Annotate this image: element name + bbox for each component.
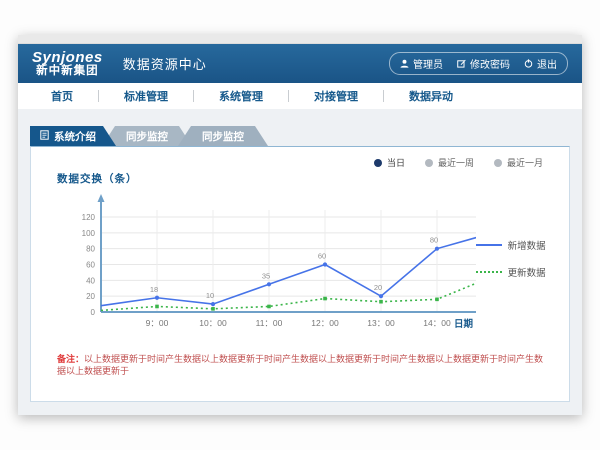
power-icon (524, 59, 533, 68)
svg-text:20: 20 (374, 283, 382, 292)
company-logo: Synjones 新中新集团 (32, 50, 103, 78)
tab-sync-monitor-2[interactable]: 同步监控 (178, 126, 268, 146)
chart-y-axis-title: 数据交换（条） (57, 171, 551, 186)
window-chrome-strip (18, 35, 582, 44)
account-controls: 管理员 修改密码 退出 (389, 52, 568, 75)
logo-text-en: Synjones (32, 50, 103, 66)
radio-last-month[interactable]: 最近一月 (494, 156, 543, 169)
logo-text-cn: 新中新集团 (32, 65, 103, 77)
dotted-line-swatch (476, 271, 502, 273)
app-window: Synjones 新中新集团 数据资源中心 管理员 修改密码 (18, 35, 582, 415)
app-header: Synjones 新中新集团 数据资源中心 管理员 修改密码 (18, 44, 582, 83)
page-background: Synjones 新中新集团 数据资源中心 管理员 修改密码 (0, 0, 600, 450)
nav-item-home[interactable]: 首页 (26, 88, 98, 104)
svg-text:80: 80 (86, 245, 95, 254)
radio-label: 最近一月 (507, 156, 543, 169)
svg-text:35: 35 (262, 271, 270, 280)
svg-text:120: 120 (82, 213, 96, 222)
svg-text:40: 40 (86, 276, 95, 285)
radio-dot-icon (374, 159, 382, 167)
svg-text:10：00: 10：00 (199, 318, 227, 328)
logout-label: 退出 (537, 56, 557, 71)
legend-item: 新增数据 (476, 238, 551, 252)
nav-item-system-mgmt[interactable]: 系统管理 (194, 88, 288, 104)
page-title: 数据资源中心 (123, 54, 207, 73)
change-password-button[interactable]: 修改密码 (457, 56, 510, 71)
nav-item-data-change[interactable]: 数据异动 (384, 88, 478, 104)
chart-legend: 新增数据更新数据 (476, 186, 551, 338)
logout-button[interactable]: 退出 (524, 56, 557, 71)
solid-line-swatch (476, 244, 502, 246)
legend-item: 更新数据 (476, 265, 551, 279)
content-area: 系统介绍 同步监控 同步监控 当日 最近一周 (18, 109, 582, 415)
user-label: 管理员 (413, 56, 443, 71)
svg-text:11：00: 11：00 (256, 318, 283, 328)
svg-text:60: 60 (318, 252, 326, 261)
footnote-text: 以上数据更新于时间产生数据以上数据更新于时间产生数据以上数据更新于时间产生数据以… (57, 354, 543, 376)
legend-label: 更新数据 (508, 265, 546, 279)
radio-dot-icon (425, 159, 433, 167)
tab-system-intro[interactable]: 系统介绍 (30, 126, 116, 146)
nav-item-interface-mgmt[interactable]: 对接管理 (289, 88, 383, 104)
svg-text:10: 10 (206, 291, 214, 300)
footnote-prefix: 备注： (57, 354, 84, 364)
user-menu-button[interactable]: 管理员 (400, 56, 443, 71)
tab-label: 同步监控 (126, 129, 168, 144)
svg-text:18: 18 (150, 285, 158, 294)
svg-text:100: 100 (82, 229, 96, 238)
edit-icon (457, 59, 466, 68)
radio-label: 最近一周 (438, 156, 474, 169)
time-range-filters: 当日 最近一周 最近一月 (374, 156, 543, 169)
chart-panel: 当日 最近一周 最近一月 数据交换（条） 0 20 40 60 80 100 120 9：00… (30, 146, 570, 402)
legend-label: 新增数据 (508, 238, 546, 252)
radio-dot-icon (494, 159, 502, 167)
tab-sync-monitor-1[interactable]: 同步监控 (102, 126, 192, 146)
svg-text:12：00: 12：00 (311, 318, 339, 328)
svg-text:80: 80 (430, 236, 438, 245)
document-icon (40, 130, 49, 143)
footnote: 备注：以上数据更新于时间产生数据以上数据更新于时间产生数据以上数据更新于时间产生… (57, 354, 551, 377)
line-chart: 0 20 40 60 80 100 120 9：00 10：00 11：00 12：00 13：00 1… (57, 186, 476, 338)
svg-text:14：00: 14：00 (423, 318, 451, 328)
main-nav: 首页 标准管理 系统管理 对接管理 数据异动 (18, 83, 582, 109)
svg-text:9：00: 9：00 (146, 318, 169, 328)
nav-item-standard-mgmt[interactable]: 标准管理 (99, 88, 193, 104)
tab-label: 系统介绍 (54, 129, 96, 144)
radio-today[interactable]: 当日 (374, 156, 405, 169)
tab-label: 同步监控 (202, 129, 244, 144)
change-password-label: 修改密码 (470, 56, 510, 71)
svg-text:日期（小时）: 日期（小时） (454, 318, 476, 330)
radio-label: 当日 (387, 156, 405, 169)
svg-text:13：00: 13：00 (367, 318, 395, 328)
svg-text:60: 60 (86, 261, 95, 270)
radio-last-week[interactable]: 最近一周 (425, 156, 474, 169)
user-icon (400, 59, 409, 68)
tab-bar: 系统介绍 同步监控 同步监控 (30, 126, 582, 146)
chart-row: 0 20 40 60 80 100 120 9：00 10：00 11：00 12：00 13：00 1… (57, 186, 551, 338)
svg-text:20: 20 (86, 292, 95, 301)
svg-text:0: 0 (91, 308, 96, 317)
